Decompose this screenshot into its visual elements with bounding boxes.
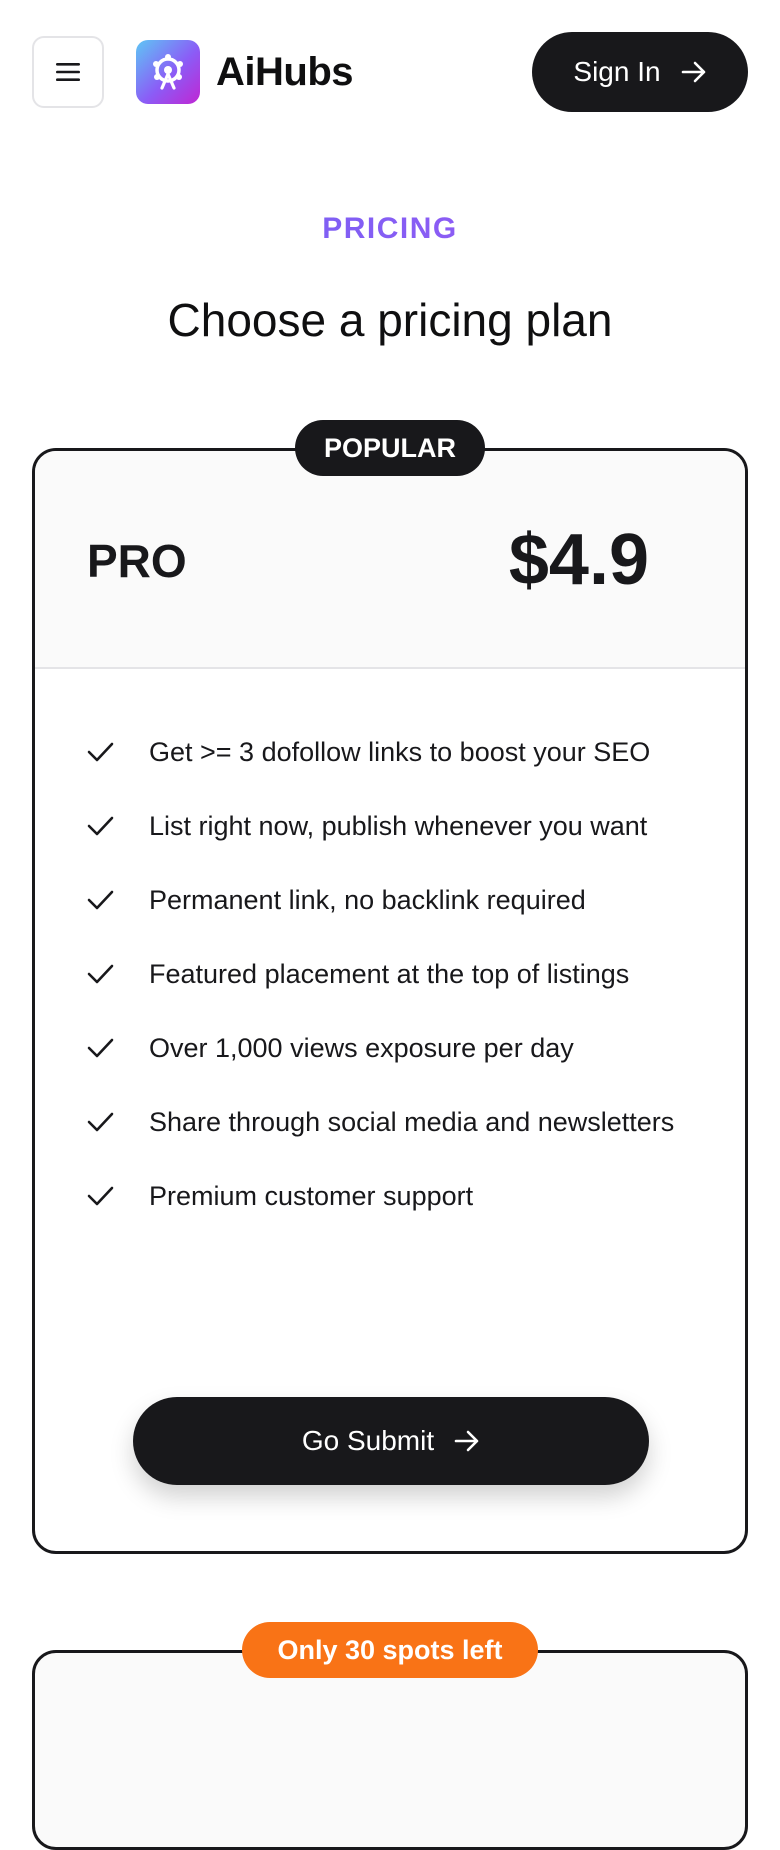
sign-in-label: Sign In (573, 56, 661, 87)
plan-name: PRO (87, 535, 187, 587)
arrow-right-icon (681, 61, 705, 83)
check-icon (87, 1112, 114, 1132)
check-icon (87, 1038, 114, 1058)
brand-name[interactable]: AiHubs (216, 46, 354, 98)
feature-text: Over 1,000 views exposure per day (149, 1033, 574, 1063)
hamburger-menu-icon (56, 63, 80, 81)
feature-item: Permanent link, no backlink required (85, 879, 715, 921)
feature-text: Premium customer support (149, 1181, 474, 1211)
pricing-card-header: PRO $4.9 (35, 451, 745, 669)
page-title: Choose a pricing plan (167, 294, 613, 346)
pricing-card-next (32, 1650, 748, 1850)
feature-text: Get >= 3 dofollow links to boost your SE… (149, 737, 651, 767)
feature-item: List right now, publish whenever you wan… (85, 805, 715, 847)
check-icon (87, 816, 114, 836)
feature-text: Permanent link, no backlink required (149, 885, 586, 915)
feature-text: Share through social media and newslette… (149, 1107, 675, 1137)
feature-item: Get >= 3 dofollow links to boost your SE… (85, 731, 715, 773)
arrow-right-icon (454, 1430, 479, 1452)
feature-item: Premium customer support (85, 1175, 715, 1217)
check-icon (87, 964, 114, 984)
popular-badge: POPULAR (295, 420, 485, 476)
brand-logo-icon[interactable] (136, 40, 200, 104)
section-eyebrow: PRICING (0, 212, 780, 246)
check-icon (87, 890, 114, 910)
top-navigation-bar: AiHubs Sign In (0, 0, 780, 146)
feature-list: Get >= 3 dofollow links to boost your SE… (85, 731, 715, 1249)
pricing-card-pro: PRO $4.9 Get >= 3 dofollow links to boos… (32, 448, 748, 1554)
check-icon (87, 1186, 114, 1206)
spots-left-badge: Only 30 spots left (242, 1622, 538, 1678)
go-submit-label: Go Submit (301, 1425, 435, 1456)
feature-item: Over 1,000 views exposure per day (85, 1027, 715, 1069)
check-icon (87, 742, 114, 762)
go-submit-button[interactable]: Go Submit (133, 1397, 649, 1485)
feature-item: Share through social media and newslette… (85, 1101, 715, 1143)
feature-item: Featured placement at the top of listing… (85, 953, 715, 995)
sign-in-button[interactable]: Sign In (532, 32, 748, 112)
plan-price: $4.9 (508, 520, 649, 600)
menu-button[interactable] (32, 36, 104, 108)
feature-text: List right now, publish whenever you wan… (149, 811, 648, 841)
feature-text: Featured placement at the top of listing… (149, 959, 630, 989)
